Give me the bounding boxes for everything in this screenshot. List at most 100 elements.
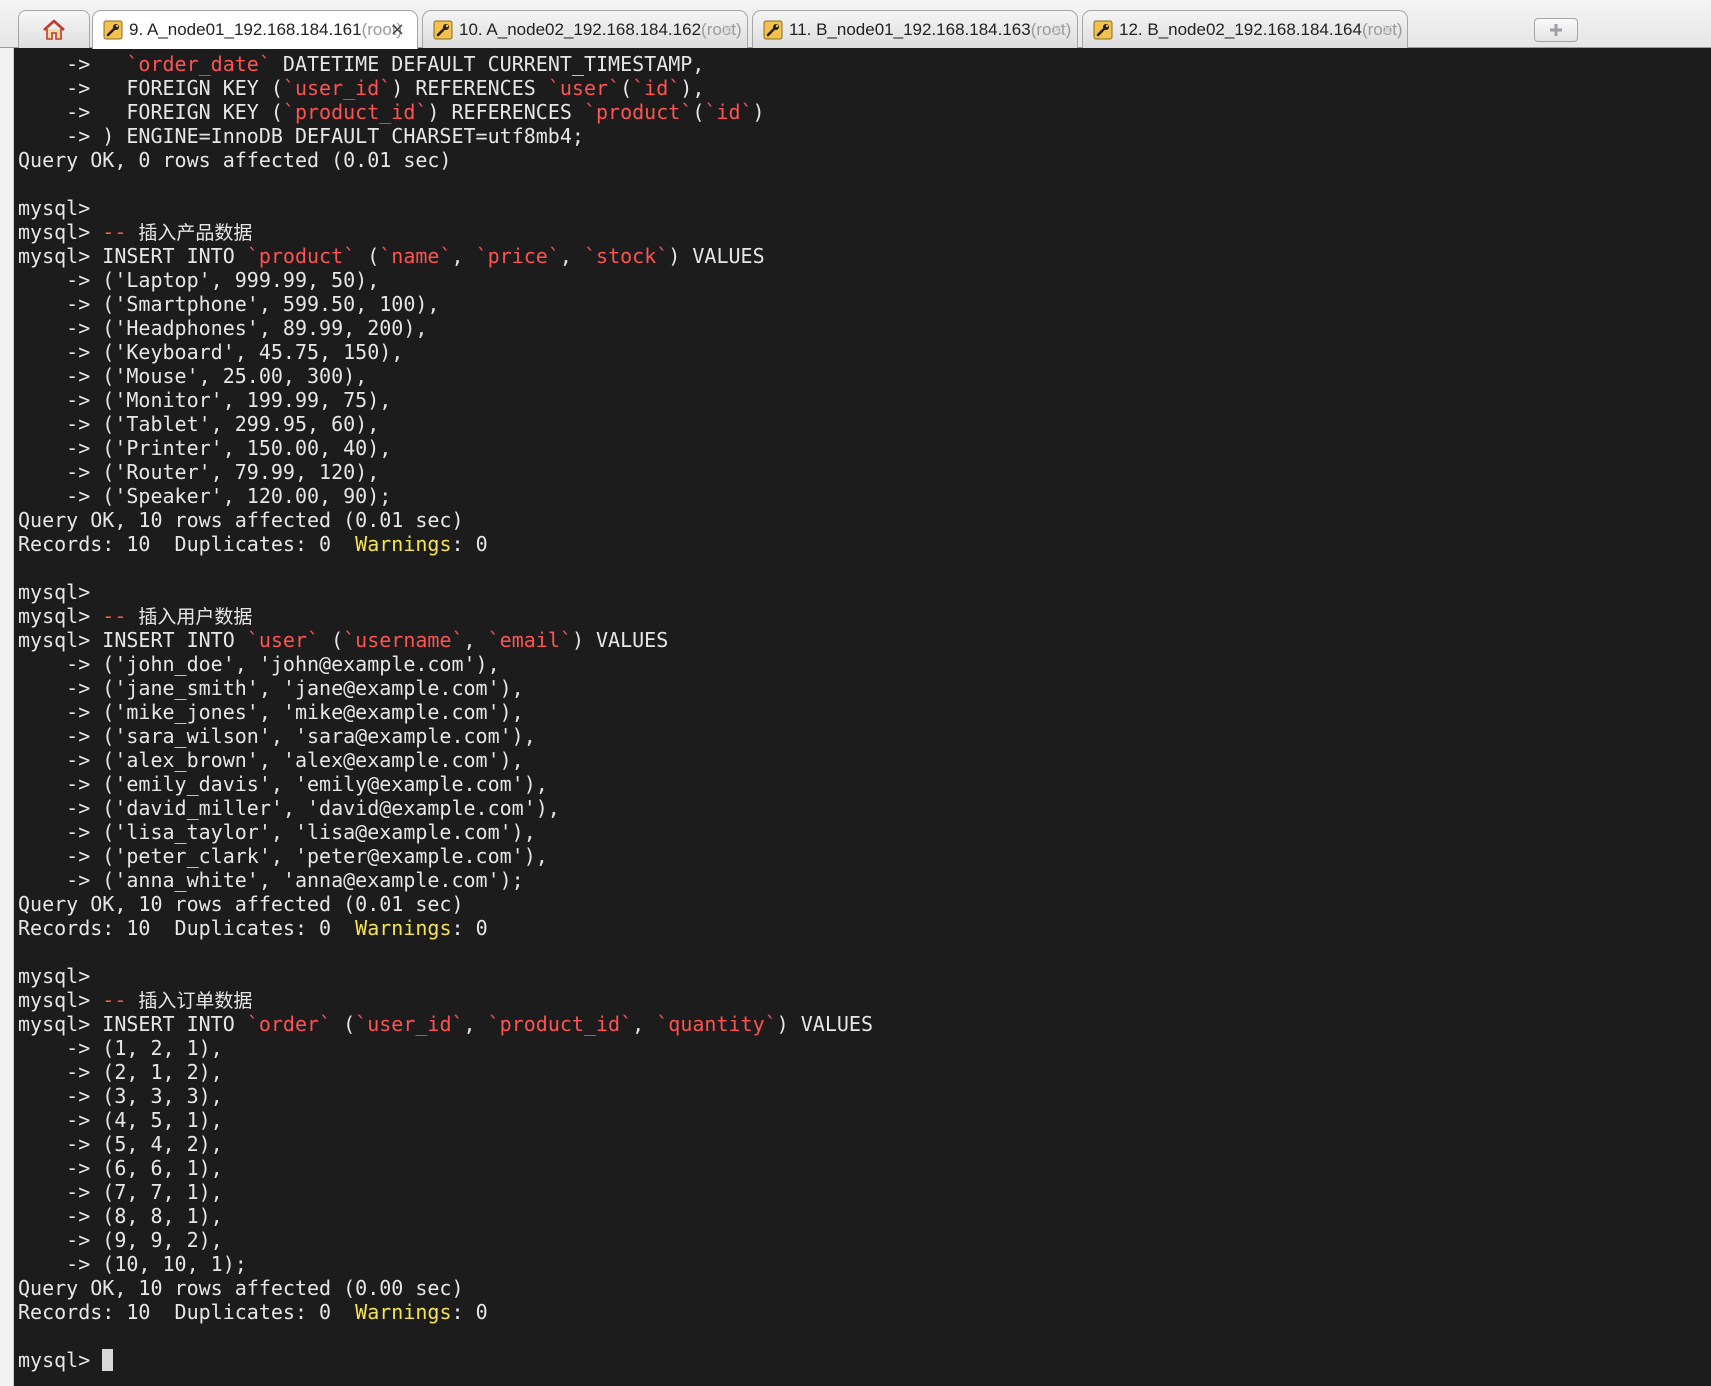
tab-session-1[interactable]: 9. A_node01_192.168.184.161 (root) × <box>92 10 418 49</box>
terminal-text: ), <box>680 76 705 100</box>
terminal-text: -> (8, 8, 1), <box>18 1204 223 1228</box>
terminal-wrench-icon <box>1093 20 1113 39</box>
terminal-line: -> ('Laptop', 999.99, 50), <box>18 268 1711 292</box>
terminal-line: Records: 10 Duplicates: 0 Warnings: 0 <box>18 1300 1711 1324</box>
terminal-line: -> ('Keyboard', 45.75, 150), <box>18 340 1711 364</box>
terminal-text: ( <box>620 76 633 100</box>
terminal-line: mysql> INSERT INTO `user` (`username`, `… <box>18 628 1711 652</box>
terminal-text: `product` <box>246 244 356 268</box>
terminal-line: -> (4, 5, 1), <box>18 1108 1711 1132</box>
terminal-text: -> ('anna_white', 'anna@example.com'); <box>18 868 524 892</box>
new-tab-button[interactable] <box>1534 18 1578 42</box>
terminal-text: Warnings <box>355 916 452 940</box>
terminal-line: -> FOREIGN KEY (`product_id`) REFERENCES… <box>18 100 1711 124</box>
terminal-text: Records: 10 Duplicates: 0 <box>18 532 356 556</box>
terminal-text: `product` <box>583 100 693 124</box>
terminal-text: -> FOREIGN KEY ( <box>18 76 283 100</box>
terminal-text: -> (5, 4, 2), <box>18 1132 223 1156</box>
new-tab-icon <box>1550 24 1562 36</box>
terminal-text: mysql> <box>18 988 103 1012</box>
terminal-text: Query OK, 0 rows affected (0.01 sec) <box>18 148 452 172</box>
terminal-text: `id` <box>632 76 681 100</box>
terminal-text: mysql> <box>18 604 103 628</box>
left-gutter <box>0 48 14 1386</box>
tab-close-icon[interactable]: × <box>1050 19 1065 40</box>
terminal-wrench-icon <box>763 20 783 39</box>
terminal-text: ( <box>319 628 344 652</box>
terminal-text: -> (4, 5, 1), <box>18 1108 223 1132</box>
terminal-text: ) REFERENCES <box>391 76 548 100</box>
terminal-text: Records: 10 Duplicates: 0 <box>18 1300 356 1324</box>
terminal-line: -> ('emily_davis', 'emily@example.com'), <box>18 772 1711 796</box>
terminal-text: `quantity` <box>656 1012 777 1036</box>
terminal-text: ) VALUES <box>571 628 669 652</box>
terminal-line: mysql> INSERT INTO `order` (`user_id`, `… <box>18 1012 1711 1036</box>
tab-close-icon[interactable]: × <box>1380 19 1395 40</box>
terminal-text: Query OK, 10 rows affected (0.01 sec) <box>18 508 464 532</box>
terminal-text: mysql> <box>18 580 91 604</box>
terminal-text: ( <box>692 100 705 124</box>
tab-title: 11. B_node01_192.168.184.163 <box>789 19 1031 39</box>
terminal-text: mysql> INSERT INTO <box>18 244 247 268</box>
home-tab[interactable] <box>18 10 90 48</box>
terminal-line: -> ('anna_white', 'anna@example.com'); <box>18 868 1711 892</box>
terminal-line: mysql> <box>18 196 1711 220</box>
terminal-line: -> (2, 1, 2), <box>18 1060 1711 1084</box>
terminal-line: mysql> -- 插入产品数据 <box>18 220 1711 244</box>
terminal-text: mysql> INSERT INTO <box>18 628 247 652</box>
tab-title: 10. A_node02_192.168.184.162 <box>459 19 702 39</box>
tab-session-3[interactable]: 11. B_node01_192.168.184.163 (root) × <box>752 10 1078 48</box>
terminal-text: -> ('Laptop', 999.99, 50), <box>18 268 380 292</box>
terminal-line: Query OK, 10 rows affected (0.01 sec) <box>18 892 1711 916</box>
terminal-text: mysql> INSERT INTO <box>18 1012 247 1036</box>
terminal-line: mysql> <box>18 1348 1711 1372</box>
terminal-text: -> (9, 9, 2), <box>18 1228 223 1252</box>
tab-close-icon[interactable]: × <box>720 19 735 40</box>
terminal-text: Warnings <box>355 532 452 556</box>
terminal-text: -> ('david_miller', 'david@example.com')… <box>18 796 560 820</box>
terminal-text: DATETIME DEFAULT CURRENT_TIMESTAMP, <box>270 52 705 76</box>
terminal-text: Query OK, 10 rows affected (0.00 sec) <box>18 1276 464 1300</box>
terminal-line: -> `order_date` DATETIME DEFAULT CURRENT… <box>18 52 1711 76</box>
terminal-text: -> ('lisa_taylor', 'lisa@example.com'), <box>18 820 536 844</box>
terminal-text: mysql> <box>18 220 103 244</box>
terminal-text: -> ('sara_wilson', 'sara@example.com'), <box>18 724 536 748</box>
tab-session-4[interactable]: 12. B_node02_192.168.184.164 (root) × <box>1082 10 1408 48</box>
terminal-text: , <box>463 628 488 652</box>
terminal-line: -> ('Mouse', 25.00, 300), <box>18 364 1711 388</box>
terminal-text: 插入订单数据 <box>138 990 253 1012</box>
terminal-line: -> ('Tablet', 299.95, 60), <box>18 412 1711 436</box>
terminal-text: -> ('emily_davis', 'emily@example.com'), <box>18 772 548 796</box>
terminal-line: mysql> INSERT INTO `product` (`name`, `p… <box>18 244 1711 268</box>
terminal-text: -> (6, 6, 1), <box>18 1156 223 1180</box>
terminal-text: -> ('Monitor', 199.99, 75), <box>18 388 392 412</box>
terminal-text: : 0 <box>451 916 488 940</box>
terminal-text: ( <box>331 1012 356 1036</box>
terminal-text: 插入用户数据 <box>138 606 253 628</box>
terminal-line: -> ) ENGINE=InnoDB DEFAULT CHARSET=utf8m… <box>18 124 1711 148</box>
home-icon <box>43 19 65 40</box>
terminal-text: `id` <box>704 100 753 124</box>
terminal-text: -> (3, 3, 3), <box>18 1084 223 1108</box>
terminal-text: -> ('Printer', 150.00, 40), <box>18 436 392 460</box>
terminal-wrench-icon <box>103 20 123 40</box>
terminal-text: , <box>632 1012 657 1036</box>
terminal-text: -> ('jane_smith', 'jane@example.com'), <box>18 676 524 700</box>
terminal-text: mysql> <box>18 1348 103 1372</box>
terminal-text: ) VALUES <box>668 244 765 268</box>
terminal-text: , <box>451 244 476 268</box>
terminal-text: `stock` <box>583 244 669 268</box>
terminal-line: -> ('peter_clark', 'peter@example.com'), <box>18 844 1711 868</box>
tab-close-icon[interactable]: × <box>390 19 405 40</box>
terminal-line: -> (7, 7, 1), <box>18 1180 1711 1204</box>
tab-session-2[interactable]: 10. A_node02_192.168.184.162 (root) × <box>422 10 748 48</box>
terminal-text: -> (10, 10, 1); <box>18 1252 247 1276</box>
terminal-output[interactable]: -> `order_date` DATETIME DEFAULT CURRENT… <box>14 48 1711 1386</box>
terminal-wrench-icon <box>433 20 453 39</box>
terminal-text: `order` <box>246 1012 332 1036</box>
terminal-line: -> ('lisa_taylor', 'lisa@example.com'), <box>18 820 1711 844</box>
tab-title: 9. A_node01_192.168.184.161 <box>129 20 362 39</box>
terminal-text: Warnings <box>355 1300 452 1324</box>
